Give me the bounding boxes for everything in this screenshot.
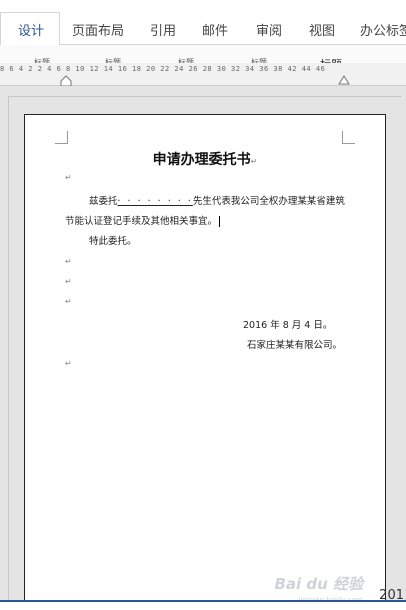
crop-mark-top-right bbox=[342, 131, 355, 144]
ribbon-tab-bar: 设计 页面布局 引用 邮件 审阅 视图 办公标签 bbox=[0, 0, 406, 45]
tab-page-layout[interactable]: 页面布局 bbox=[72, 20, 124, 39]
right-indent-marker-icon[interactable] bbox=[338, 75, 350, 85]
company-line: 石家庄某某有限公司。 bbox=[247, 340, 343, 351]
document-title: 申请办理委托书↵ bbox=[152, 152, 258, 168]
document-page[interactable]: 申请办理委托书↵ ↵ 兹委托· · · · · · · ·先生代表我公司全权办理… bbox=[24, 114, 386, 608]
body-line-3: 特此委托。 bbox=[89, 236, 137, 247]
tab-review[interactable]: 审阅 bbox=[256, 20, 282, 39]
date-line: 2016 年 8 月 4 日。 bbox=[243, 320, 333, 331]
paragraph-mark: ↵ bbox=[65, 277, 72, 286]
paragraph-mark: ↵ bbox=[250, 157, 258, 166]
text-cursor bbox=[219, 216, 221, 227]
horizontal-ruler[interactable]: 8 6 4 2 2 4 6 8 10 12 14 16 18 20 22 24 … bbox=[0, 63, 406, 87]
tab-view[interactable]: 视图 bbox=[309, 20, 335, 39]
paragraph-mark: ↵ bbox=[65, 297, 72, 306]
document-canvas: 申请办理委托书↵ ↵ 兹委托· · · · · · · ·先生代表我公司全权办理… bbox=[0, 86, 406, 609]
paragraph-mark: ↵ bbox=[65, 257, 72, 266]
name-blank: · · · · · · · · bbox=[117, 196, 193, 207]
style-gallery: 标题 标题 标题 标题 标题 bbox=[0, 45, 406, 71]
tab-mailings[interactable]: 邮件 bbox=[202, 20, 228, 39]
page-number: 201 bbox=[379, 588, 404, 603]
body-line-2: 节能认证登记手续及其他相关事宜。 bbox=[65, 213, 221, 227]
paragraph-mark: ↵ bbox=[65, 359, 72, 368]
tab-office-tab[interactable]: 办公标签 bbox=[360, 20, 406, 39]
tab-references[interactable]: 引用 bbox=[150, 20, 176, 39]
ruler-numbers: 8 6 4 2 2 4 6 8 10 12 14 16 18 20 22 24 … bbox=[0, 65, 326, 73]
paragraph-mark: ↵ bbox=[65, 173, 72, 182]
crop-mark-top-left bbox=[55, 131, 68, 144]
tab-design[interactable]: 设计 bbox=[18, 20, 44, 39]
bottom-accent-bar bbox=[0, 600, 406, 610]
body-line-1: 兹委托· · · · · · · ·先生代表我公司全权办理某某省建筑 bbox=[89, 196, 345, 207]
watermark-logo: Bai du 经验 bbox=[274, 575, 363, 593]
